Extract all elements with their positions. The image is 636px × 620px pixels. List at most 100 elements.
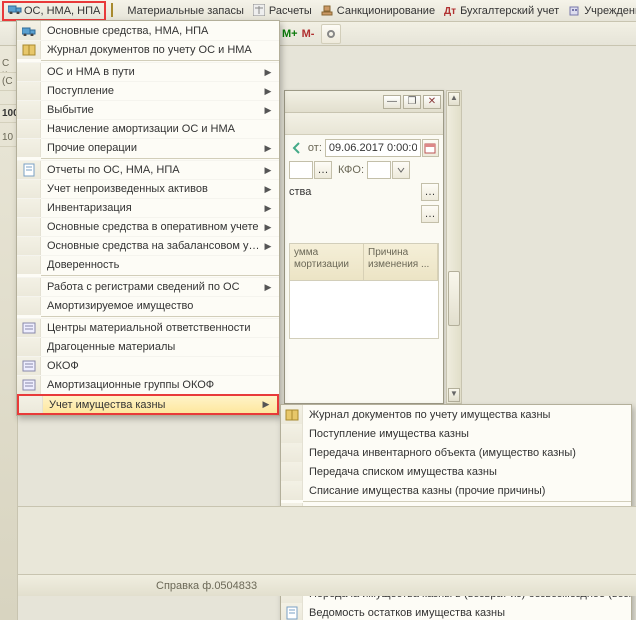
- building-icon: [568, 4, 582, 18]
- toolbar-label: Расчеты: [269, 5, 312, 17]
- menu-separator: [41, 316, 279, 317]
- stamp-icon: [321, 4, 335, 18]
- menu-item[interactable]: Прочие операции▶: [17, 138, 279, 157]
- submenu-item[interactable]: Списание имущества казны (прочие причины…: [281, 481, 631, 500]
- menu-separator: [303, 501, 631, 502]
- submenu-item[interactable]: Ведомость остатков имущества казны: [281, 603, 631, 620]
- menu-item[interactable]: Отчеты по ОС, НМА, НПА▶: [17, 160, 279, 179]
- menu-item-label: Амортизируемое имущество: [47, 300, 263, 312]
- scroll-thumb[interactable]: [448, 271, 460, 326]
- menu-item[interactable]: Основные средства на забалансовом учете▶: [17, 236, 279, 255]
- submenu-item[interactable]: Передача списком имущества казны: [281, 462, 631, 481]
- calc-icon: [253, 4, 267, 18]
- list-icon: [22, 379, 36, 391]
- from-label: от:: [308, 142, 322, 154]
- menu-item[interactable]: Инвентаризация▶: [17, 198, 279, 217]
- toolbar-item-uchr[interactable]: Учреждение: [564, 3, 636, 19]
- main-toolbar: ОС, НМА, НПА Материальные запасы Расчеты…: [0, 0, 636, 22]
- menu-item[interactable]: ОС и НМА в пути▶: [17, 62, 279, 81]
- menu-item[interactable]: Работа с регистрами сведений по ОС▶: [17, 277, 279, 296]
- menu-icon-cell: [17, 101, 41, 119]
- menu-item[interactable]: Драгоценные материалы: [17, 337, 279, 356]
- menu-icon-cell: [17, 357, 41, 375]
- toolbar-label: Санкционирование: [337, 5, 435, 17]
- submenu-item[interactable]: Журнал документов по учету имущества каз…: [281, 405, 631, 424]
- dropdown-button[interactable]: …: [421, 183, 439, 201]
- toolbar-item-os[interactable]: ОС, НМА, НПА: [2, 1, 106, 21]
- menu-item-label: Выбытие: [47, 104, 263, 116]
- close-button[interactable]: ✕: [423, 95, 441, 109]
- submenu-item-label: Передача списком имущества казны: [309, 466, 631, 478]
- menu-item[interactable]: Амортизационные группы ОКОФ: [17, 375, 279, 394]
- toolbar-item-sankc[interactable]: Санкционирование: [317, 3, 439, 19]
- menu-item-label: Центры материальной ответственности: [47, 322, 263, 334]
- list-icon: [22, 322, 36, 334]
- menu-item[interactable]: Амортизируемое имущество: [17, 296, 279, 315]
- maximize-button[interactable]: ❐: [403, 95, 421, 109]
- menu-item-label: Учет имущества казны: [49, 399, 261, 411]
- submenu-arrow-icon: ▶: [263, 143, 273, 154]
- menu-item[interactable]: Учет имущества казны▶: [17, 394, 279, 415]
- submenu-arrow-icon: ▶: [263, 105, 273, 116]
- nav-left-icon[interactable]: [289, 140, 304, 156]
- menu-separator: [41, 275, 279, 276]
- menu-item[interactable]: Выбытие▶: [17, 100, 279, 119]
- submenu-item-label: Журнал документов по учету имущества каз…: [309, 409, 631, 421]
- calendar-button[interactable]: [422, 139, 439, 157]
- menu-item[interactable]: Основные средства в оперативном учете▶: [17, 217, 279, 236]
- m-minus[interactable]: M-: [302, 28, 315, 40]
- menu-icon-cell: [17, 161, 41, 179]
- date-field[interactable]: [325, 139, 421, 157]
- spravka-link[interactable]: Справка ф.0504833: [156, 580, 257, 592]
- menu-item[interactable]: Основные средства, НМА, НПА: [17, 21, 279, 40]
- dropdown-button[interactable]: …: [421, 205, 439, 223]
- menu-item[interactable]: ОКОФ: [17, 356, 279, 375]
- menu-icon-cell: [17, 63, 41, 81]
- dropdown-button[interactable]: [392, 161, 410, 179]
- partial-label: ства: [289, 186, 311, 198]
- menu-item[interactable]: Поступление▶: [17, 81, 279, 100]
- menu-item-label: Амортизационные группы ОКОФ: [47, 379, 263, 391]
- kfo-field[interactable]: [367, 161, 391, 179]
- list-icon: [22, 360, 36, 372]
- menu-icon-cell: [281, 481, 303, 500]
- sheet-icon: [286, 606, 298, 620]
- menu-icon-cell: [17, 21, 41, 40]
- menu-item[interactable]: Центры материальной ответственности: [17, 318, 279, 337]
- submenu-arrow-icon: ▶: [263, 282, 273, 293]
- m-plus[interactable]: M+: [282, 28, 298, 40]
- menu-icon-cell: [17, 376, 41, 394]
- document-window: — ❐ ✕ от: … КФО: ства … …: [284, 90, 444, 404]
- scroll-down-arrow[interactable]: ▼: [448, 388, 460, 402]
- table-body[interactable]: [289, 281, 439, 339]
- menu-item[interactable]: Доверенность: [17, 255, 279, 274]
- menu-icon-cell: [17, 319, 41, 337]
- menu-icon-cell: [281, 443, 303, 462]
- submenu-item[interactable]: Передача инвентарного объекта (имущество…: [281, 443, 631, 462]
- os-menu: Основные средства, НМА, НПАЖурнал докуме…: [16, 20, 280, 416]
- toolbar-item-materials[interactable]: Материальные запасы: [107, 3, 248, 19]
- toolbar-item-raschety[interactable]: Расчеты: [249, 3, 316, 19]
- menu-item[interactable]: Учет непроизведенных активов▶: [17, 179, 279, 198]
- submenu-item[interactable]: Поступление имущества казны: [281, 424, 631, 443]
- menu-icon-cell: [17, 256, 41, 274]
- table-header: умма мортизации Причина изменения ...: [289, 243, 439, 281]
- menu-item-label: Драгоценные материалы: [47, 341, 263, 353]
- menu-item-label: Основные средства в оперативном учете: [47, 221, 263, 233]
- window-titlebar: — ❐ ✕: [285, 91, 443, 113]
- submenu-arrow-icon: ▶: [263, 222, 273, 233]
- menu-item[interactable]: Начисление амортизации ОС и НМА: [17, 119, 279, 138]
- toolbar-btn[interactable]: [321, 24, 341, 44]
- minimize-button[interactable]: —: [383, 95, 401, 109]
- book-icon: [22, 44, 36, 56]
- menu-item[interactable]: Журнал документов по учету ОС и НМА: [17, 40, 279, 59]
- submenu-arrow-icon: ▶: [263, 184, 273, 195]
- submenu-arrow-icon: ▶: [263, 165, 273, 176]
- box-icon: [111, 4, 125, 18]
- dropdown-button[interactable]: …: [314, 161, 332, 179]
- toolbar-item-buh[interactable]: Дт Бухгалтерский учет: [440, 3, 563, 19]
- vertical-scrollbar[interactable]: ▲ ▼: [446, 90, 462, 404]
- code-field-1[interactable]: [289, 161, 313, 179]
- menu-item-label: Работа с регистрами сведений по ОС: [47, 281, 263, 293]
- scroll-up-arrow[interactable]: ▲: [448, 92, 460, 106]
